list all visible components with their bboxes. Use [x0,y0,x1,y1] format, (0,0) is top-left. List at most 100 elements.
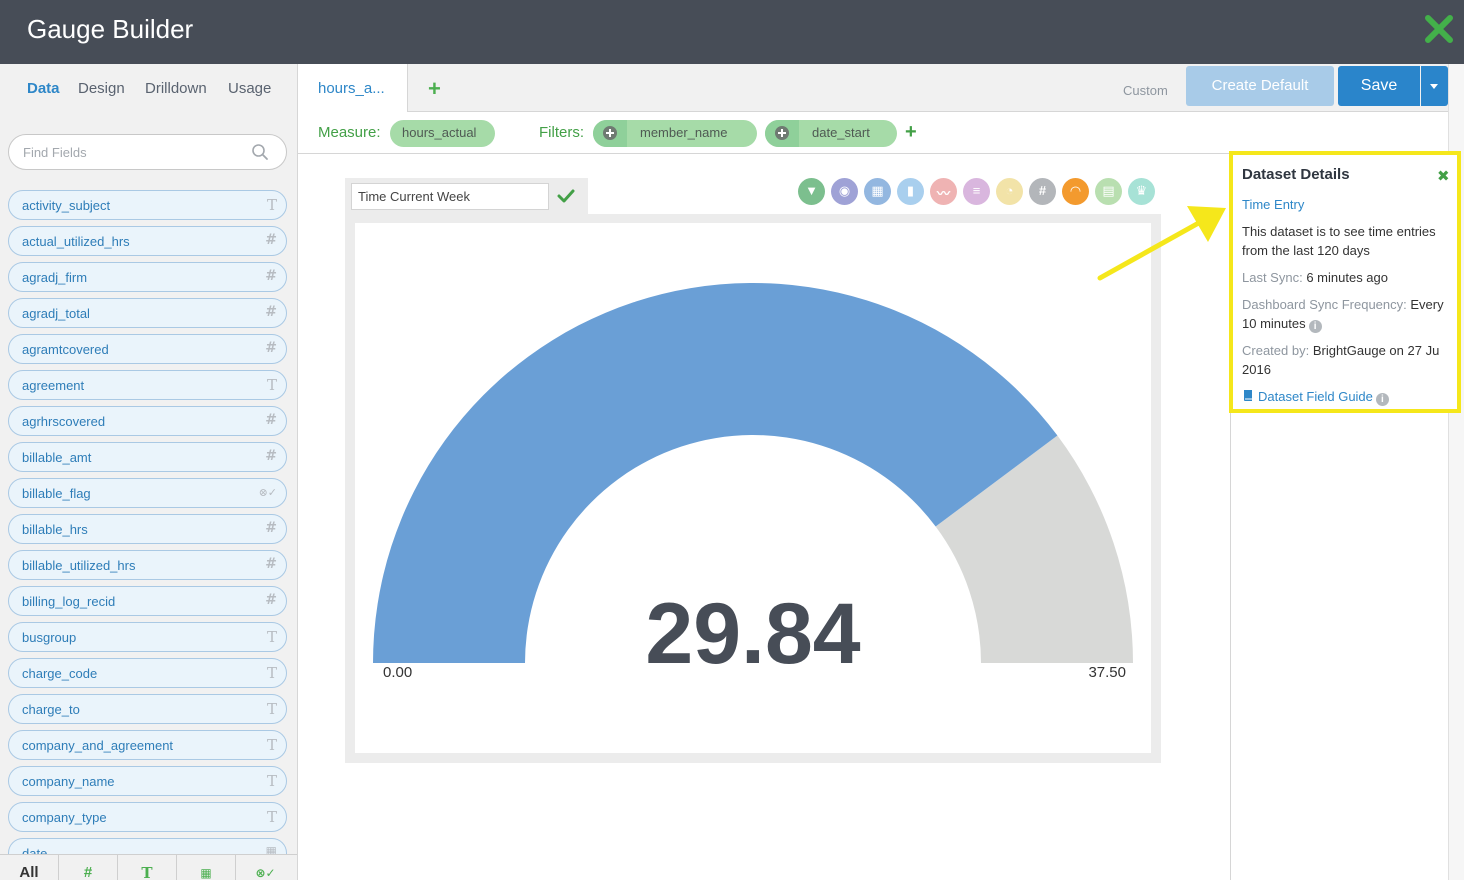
chart-type-glyph: ◠ [1070,183,1081,198]
save-options-dropdown[interactable] [1421,66,1448,106]
field-name: charge_code [22,666,98,681]
info-icon[interactable]: i [1375,393,1389,406]
last-sync-value: 6 minutes ago [1306,270,1388,285]
search-icon[interactable] [251,143,269,161]
field-item[interactable]: company_type T [8,802,287,832]
field-item[interactable]: actual_utilized_hrs # [8,226,287,256]
type-filter-number[interactable]: # [59,855,118,880]
save-button[interactable]: Save [1338,66,1420,106]
field-item[interactable]: charge_to T [8,694,287,724]
dataset-description-line1: This dataset is to see time entries [1242,224,1436,239]
chart-type-glyph: 〰 [936,186,950,201]
pie-icon[interactable]: ◔ [996,178,1023,205]
main-tab-strip: hours_a... + Custom Create Default Save [298,64,1448,113]
field-item[interactable]: agradj_total # [8,298,287,328]
number-type-icon: # [265,592,277,608]
field-item[interactable]: date ▦ [8,838,287,854]
find-fields-search [8,134,287,170]
text-type-icon: T [266,808,277,826]
gauge-workspace: ▼◉▦▮〰≡◔#◠▤♛ 29.84 0.00 37.50 [298,154,1230,880]
left-panel: Data Design Drilldown Usage activity_sub… [0,64,298,880]
tab-data[interactable]: Data [27,80,60,97]
close-icon[interactable] [1424,14,1454,44]
check-icon[interactable] [557,187,575,205]
text-type-icon: T [266,196,277,214]
measure-name: hours_actual [402,125,477,140]
type-filter-boolean[interactable]: ⊗✓ [236,855,295,880]
field-item[interactable]: company_name T [8,766,287,796]
date-type-icon: ▦ [265,844,277,854]
field-item[interactable]: charge_code T [8,658,287,688]
gauge-title-input[interactable] [351,183,549,210]
dataset-description-line2: from the last 120 days [1242,243,1370,258]
table-icon[interactable]: ▦ [864,178,891,205]
filter-add-button[interactable] [593,120,627,147]
dataset-name-link[interactable]: Time Entry [1242,195,1304,214]
sync-frequency-label: Dashboard Sync Frequency: [1242,297,1407,312]
tab-usage[interactable]: Usage [228,80,271,97]
text-type-icon: T [266,700,277,718]
window-title: Gauge Builder [27,14,194,44]
tab-label: hours_a... [318,80,385,97]
gauge-frame: 29.84 0.00 37.50 [345,214,1161,763]
boolean-type-icon: ⊗✓ [258,486,277,499]
add-tab-plus-icon[interactable]: + [428,76,441,102]
measure-label: Measure: [318,124,381,141]
number-type-icon: # [265,340,277,356]
close-icon[interactable]: ✖ [1437,167,1450,185]
last-sync-label: Last Sync: [1242,270,1303,285]
horizontal-bar-icon[interactable]: ≡ [963,178,990,205]
field-name: billable_hrs [22,522,88,537]
text-type-icon: T [266,664,277,682]
measure-pill[interactable]: hours_actual [390,120,495,147]
field-item[interactable]: agrhrscovered # [8,406,287,436]
type-filter-bar: All # T ▦ ⊗✓ [0,854,297,880]
field-item[interactable]: billing_log_recid # [8,586,287,616]
type-filter-text[interactable]: T [118,855,177,880]
gauge-icon[interactable]: ◠ [1062,178,1089,205]
chart-type-glyph: # [1038,183,1047,198]
text-type-icon: T [266,772,277,790]
field-name: company_type [22,810,107,825]
tab-design[interactable]: Design [78,80,125,97]
search-input[interactable] [23,143,243,161]
add-filter-plus-icon[interactable]: + [905,121,917,144]
type-filter-all[interactable]: All [0,855,59,880]
bar-chart-icon[interactable]: ▮ [897,178,924,205]
filter-pill-date-start[interactable]: date_start [765,120,897,147]
funnel-icon[interactable]: ▼ [798,178,825,205]
tab-drilldown[interactable]: Drilldown [145,80,207,97]
number-icon[interactable]: # [1029,178,1056,205]
field-item[interactable]: busgroup T [8,622,287,652]
created-by-label: Created by: [1242,343,1310,358]
field-name: date [22,846,48,854]
dataset-details-panel: Dataset Details ✖ Time Entry This datase… [1229,151,1461,413]
field-item[interactable]: billable_utilized_hrs # [8,550,287,580]
created-by-row: Created by: BrightGauge on 27 Ju [1242,341,1439,360]
field-item[interactable]: agreement T [8,370,287,400]
field-name: billable_utilized_hrs [22,558,136,573]
filter-pill-member-name[interactable]: member_name [593,120,757,147]
field-item[interactable]: agramtcovered # [8,334,287,364]
caret-down-icon [1430,84,1438,89]
field-item[interactable]: company_and_agreement T [8,730,287,760]
title-bar: Gauge Builder [0,0,1464,64]
info-icon[interactable]: i [1308,320,1322,333]
field-name: agrhrscovered [22,414,106,429]
field-item[interactable]: billable_amt # [8,442,287,472]
type-filter-date[interactable]: ▦ [177,855,236,880]
dataset-field-guide-link[interactable]: Dataset Field Guide [1258,389,1373,404]
tab-hours-actual[interactable]: hours_a... [298,64,408,113]
created-by-value: BrightGauge on 27 Ju [1312,343,1440,358]
field-name: billing_log_recid [22,594,116,609]
field-item[interactable]: agradj_firm # [8,262,287,292]
sparkline-icon[interactable]: 〰 [930,178,957,205]
create-default-button[interactable]: Create Default [1186,66,1334,106]
gauge-chart: 29.84 0.00 37.50 [373,282,1133,682]
camera-icon[interactable]: ◉ [831,178,858,205]
filter-add-button[interactable] [765,120,799,147]
field-item[interactable]: billable_hrs # [8,514,287,544]
field-item[interactable]: billable_flag ⊗✓ [8,478,287,508]
field-item[interactable]: activity_subject T [8,190,287,220]
field-name: agreement [22,378,85,393]
